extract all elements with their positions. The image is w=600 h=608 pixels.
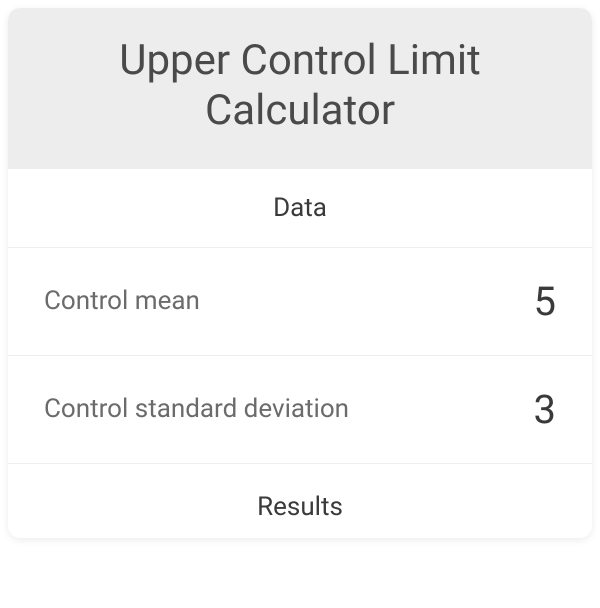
value-control-std[interactable]: 3 xyxy=(496,386,556,433)
label-control-std: Control standard deviation xyxy=(44,394,349,424)
calculator-card: Upper Control Limit Calculator Data Cont… xyxy=(8,8,592,538)
section-header-data: Data xyxy=(8,169,592,248)
input-row-control-std[interactable]: Control standard deviation 3 xyxy=(8,356,592,464)
label-control-mean: Control mean xyxy=(44,286,200,316)
section-header-results: Results xyxy=(8,464,592,538)
page-title: Upper Control Limit Calculator xyxy=(48,36,552,137)
input-row-control-mean[interactable]: Control mean 5 xyxy=(8,248,592,356)
value-control-mean[interactable]: 5 xyxy=(496,278,556,325)
card-header: Upper Control Limit Calculator xyxy=(8,8,592,169)
